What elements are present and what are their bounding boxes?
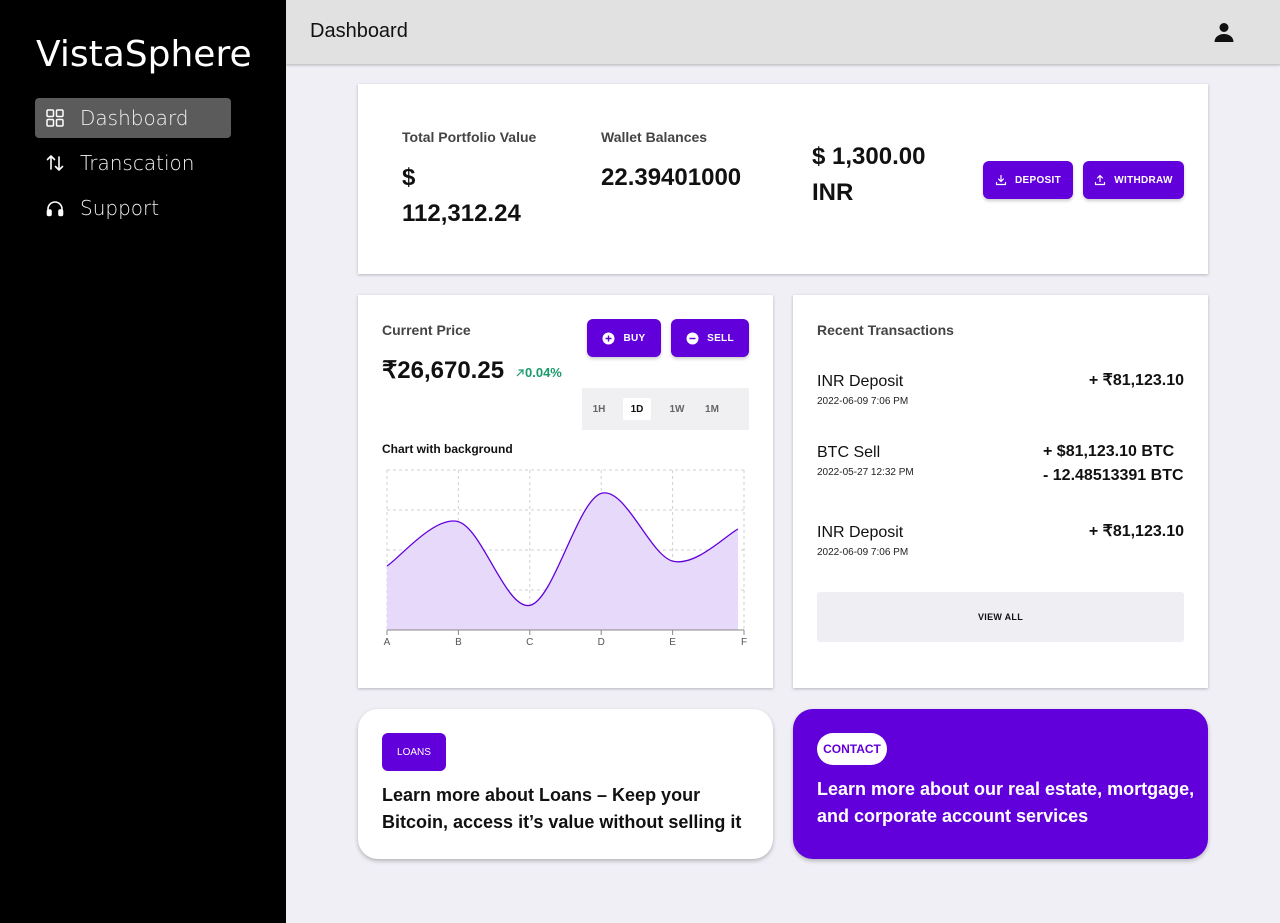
sidebar-item-label: Transcation [80,151,195,175]
price-change-value: 0.04% [525,365,562,380]
wallet-balances-value: 22.39401000 [601,164,742,191]
headphones-icon [45,198,65,218]
wallet-balances-label: Wallet Balances [601,129,708,145]
contact-card: CONTACT Learn more about our real estate… [793,709,1208,859]
transaction-date: 2022-06-09 7:06 PM [817,547,909,558]
top-header: Dashboard [286,0,1280,65]
total-portfolio-amount: 112,312.24 [402,200,521,227]
transaction-amount: + ₹81,123.10 [1088,372,1184,389]
loans-button[interactable]: LOANS [382,733,446,771]
timeframe-1d[interactable]: 1D [623,398,651,420]
page-title: Dashboard [310,20,408,42]
transaction-name: INR Deposit [817,524,904,541]
portfolio-card: Total Portfolio Value $ 112,312.24 Walle… [358,84,1208,274]
trend-up-icon [516,368,524,376]
brand-logo: VistaSphere [36,34,252,75]
transaction-amount-line1: + $81,123.10 BTC [1043,443,1175,460]
inr-balance-currency: INR [812,179,854,206]
transaction-amount-line2: - 12.48513391 BTC [1043,467,1184,484]
contact-button[interactable]: CONTACT [817,733,887,765]
x-tick-label: A [384,637,391,648]
user-icon[interactable] [1212,20,1236,44]
total-portfolio-currency: $ [402,164,416,191]
sidebar-item-support[interactable]: Support [35,188,231,228]
withdraw-label: WITHDRAW [1114,174,1173,186]
chart-title: Chart with background [382,442,513,456]
loans-card: LOANS Learn more about Loans – Keep your… [358,709,773,859]
x-tick-label: C [526,637,533,648]
upload-icon [1095,174,1106,186]
loans-text: Learn more about Loans – Keep your Bitco… [382,785,742,832]
x-tick-label: B [455,637,462,648]
sidebar-item-dashboard[interactable]: Dashboard [35,98,231,138]
transaction-amount: + ₹81,123.10 [1088,523,1184,540]
withdraw-button[interactable]: WITHDRAW [1083,161,1184,199]
inr-balance-amount: $ 1,300.00 [812,143,926,170]
transaction-name: BTC Sell [817,444,881,461]
current-price-label: Current Price [382,322,471,338]
inr-balance-value: $ 1,300.00 INR [812,139,925,211]
sidebar-item-label: Dashboard [80,106,189,130]
transaction-date: 2022-05-27 12:32 PM [817,467,914,478]
current-price-card: Current Price ₹26,670.25 0.04% BUY SELL … [358,295,773,688]
view-all-button[interactable]: VIEW ALL [817,592,1184,642]
contact-text: Learn more about our real estate, mortga… [817,779,1195,826]
x-tick-label: E [669,637,676,648]
x-tick-label: F [741,637,747,648]
x-tick-label: D [598,637,605,648]
minus-circle-icon [686,332,699,344]
plus-circle-icon [602,332,615,344]
price-change: 0.04% [515,365,562,380]
timeframe-1w[interactable]: 1W [663,398,691,420]
recent-transactions-card: Recent Transactions INR Deposit 2022-06-… [793,295,1208,688]
price-chart: A B C D E F [384,469,747,648]
arrows-updown-icon [45,153,65,173]
total-portfolio-value: $ 112,312.24 [402,160,521,232]
sidebar: VistaSphere Dashboard Transcation Suppor… [0,0,286,923]
deposit-button[interactable]: DEPOSIT [983,161,1073,199]
deposit-label: DEPOSIT [1015,174,1061,186]
sidebar-item-transcation[interactable]: Transcation [35,143,231,183]
timeframe-selector: 1H 1D 1W 1M [582,388,749,430]
sidebar-nav: Dashboard Transcation Support [35,98,231,233]
timeframe-1m[interactable]: 1M [698,398,726,420]
recent-transactions-title: Recent Transactions [817,322,954,338]
timeframe-1h[interactable]: 1H [585,398,613,420]
sidebar-item-label: Support [80,196,160,220]
buy-label: BUY [623,332,646,344]
total-portfolio-label: Total Portfolio Value [402,129,537,145]
buy-button[interactable]: BUY [587,319,661,357]
sell-button[interactable]: SELL [671,319,749,357]
transaction-date: 2022-06-09 7:06 PM [817,396,909,407]
transaction-name: INR Deposit [817,373,904,390]
download-icon [995,174,1007,186]
transaction-amount: + $81,123.10 BTC - 12.48513391 BTC [1043,440,1184,488]
sell-label: SELL [707,332,734,344]
current-price-value: ₹26,670.25 [382,357,505,384]
grid-icon [45,108,65,128]
